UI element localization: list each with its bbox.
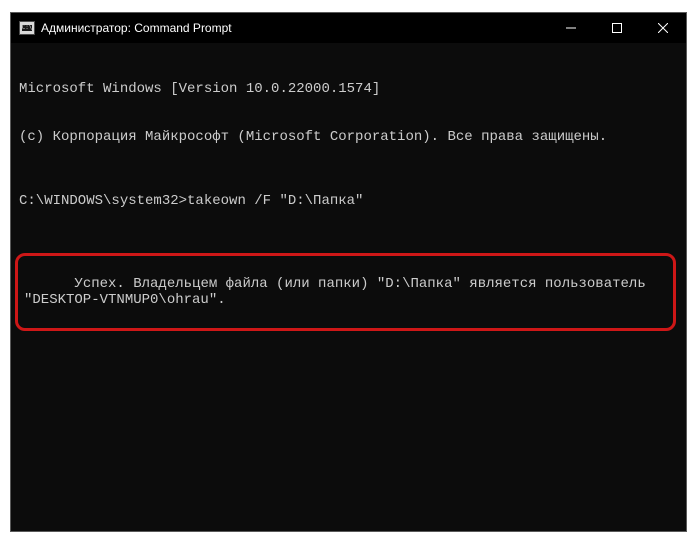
terminal-area[interactable]: Microsoft Windows [Version 10.0.22000.15… <box>11 43 686 371</box>
minimize-button[interactable] <box>548 13 594 43</box>
copyright-line: (c) Корпорация Майкрософт (Microsoft Cor… <box>19 129 678 145</box>
close-button[interactable] <box>640 13 686 43</box>
titlebar[interactable]: C:\ Администратор: Command Prompt <box>11 13 686 43</box>
prompt: C:\WINDOWS\system32> <box>19 193 187 209</box>
result-text: Успех. Владельцем файла (или папки) "D:\… <box>24 276 654 308</box>
window-title: Администратор: Command Prompt <box>41 21 232 35</box>
cmd-icon: C:\ <box>19 21 35 35</box>
prompt-line: C:\WINDOWS\system32>takeown /F "D:\Папка… <box>19 193 678 209</box>
window-controls <box>548 13 686 43</box>
title-left: C:\ Администратор: Command Prompt <box>11 21 548 35</box>
command-prompt-window: C:\ Администратор: Command Prompt Micros… <box>10 12 687 532</box>
maximize-button[interactable] <box>594 13 640 43</box>
version-line: Microsoft Windows [Version 10.0.22000.15… <box>19 81 678 97</box>
command-text: takeown /F "D:\Папка" <box>187 193 363 209</box>
result-highlight: Успех. Владельцем файла (или папки) "D:\… <box>15 253 676 331</box>
